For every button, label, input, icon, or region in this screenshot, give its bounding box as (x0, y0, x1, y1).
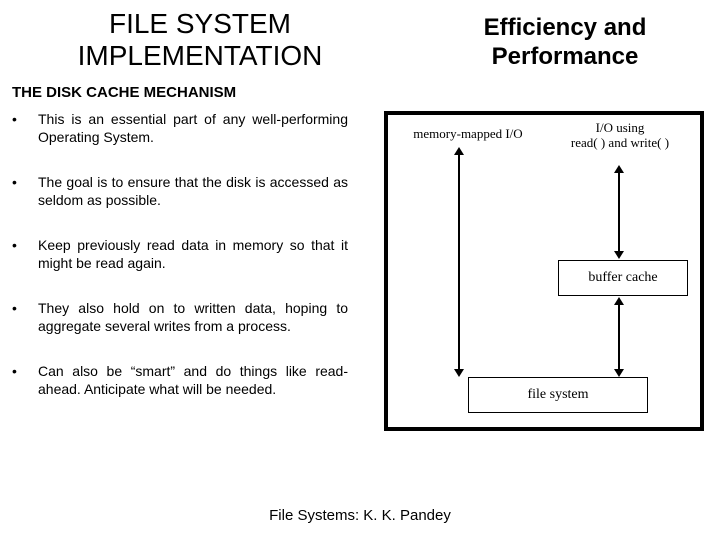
label-io-read-write: I/O using read( ) and write( ) (550, 121, 690, 150)
label-memory-mapped-io: memory-mapped I/O (398, 127, 538, 141)
list-item: •Can also be “smart” and do things like … (12, 363, 372, 398)
arrowhead-up-icon (614, 297, 624, 305)
arrow-io-to-buffer (618, 167, 620, 253)
slide-title-left: FILE SYSTEM IMPLEMENTATION (40, 8, 360, 72)
slide-footer: File Systems: K. K. Pandey (0, 507, 720, 524)
arrow-buffer-to-fs (618, 299, 620, 371)
list-item: •They also hold on to written data, hopi… (12, 300, 372, 335)
arrowhead-up-icon (614, 165, 624, 173)
box-buffer-cache: buffer cache (558, 260, 688, 296)
arrowhead-down-icon (614, 251, 624, 259)
box-file-system: file system (468, 377, 648, 413)
arrowhead-up-icon (454, 147, 464, 155)
arrow-mmio-to-fs (458, 149, 460, 371)
section-subheading: THE DISK CACHE MECHANISM (0, 78, 720, 111)
bullet-text: They also hold on to written data, hopin… (38, 300, 348, 335)
bullet-text: This is an essential part of any well-pe… (38, 111, 348, 146)
bullet-list: •This is an essential part of any well-p… (12, 111, 372, 431)
diagram-frame: memory-mapped I/O I/O using read( ) and … (384, 111, 704, 431)
slide-title-right: Efficiency and Performance (450, 8, 680, 72)
bullet-text: The goal is to ensure that the disk is a… (38, 174, 348, 209)
list-item: •Keep previously read data in memory so … (12, 237, 372, 272)
label-io-line2: read( ) and write( ) (571, 135, 669, 150)
bullet-text: Can also be “smart” and do things like r… (38, 363, 348, 398)
diagram-figure: memory-mapped I/O I/O using read( ) and … (384, 111, 712, 431)
list-item: •The goal is to ensure that the disk is … (12, 174, 372, 209)
list-item: •This is an essential part of any well-p… (12, 111, 372, 146)
arrowhead-down-icon (614, 369, 624, 377)
label-io-line1: I/O using (596, 120, 645, 135)
arrowhead-down-icon (454, 369, 464, 377)
bullet-text: Keep previously read data in memory so t… (38, 237, 348, 272)
